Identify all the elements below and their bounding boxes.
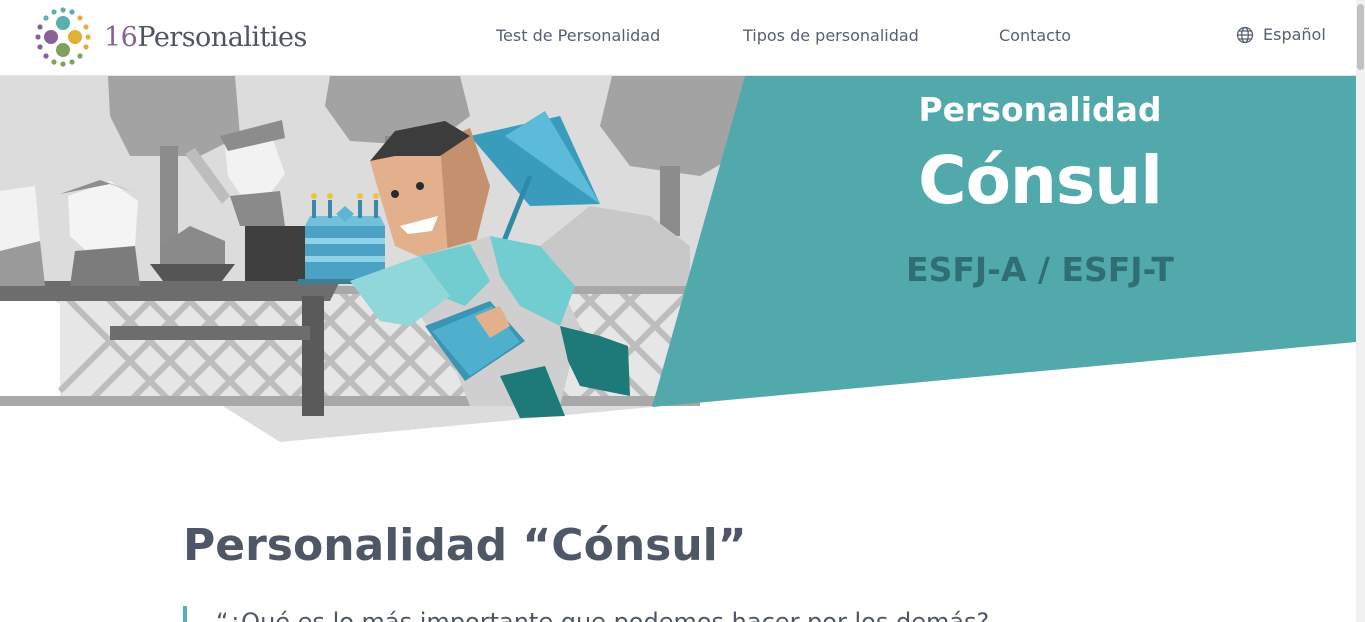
language-selector[interactable]: Español — [1236, 25, 1326, 44]
nav-contact[interactable]: Contacto — [999, 26, 1071, 45]
logo-dots-icon — [35, 7, 91, 67]
page-scrollbar[interactable] — [1356, 0, 1365, 622]
nav-personality-types[interactable]: Tipos de personalidad — [743, 26, 919, 45]
hero-title: Cónsul — [918, 142, 1163, 219]
hero-kicker: Personalidad — [918, 90, 1162, 129]
quote-accent-bar — [183, 606, 187, 622]
site-logo[interactable]: 16Personalities — [32, 6, 332, 68]
logo-word: Personalities — [137, 21, 307, 53]
hero-banner: Personalidad Cónsul ESFJ-A / ESFJ-T — [0, 76, 1356, 446]
logo-number: 16 — [104, 21, 138, 53]
site-header: 16Personalities Test de Personalidad Tip… — [0, 0, 1356, 76]
page-title: Personalidad “Cónsul” — [183, 520, 747, 571]
logo-text: 16Personalities — [104, 22, 307, 53]
scrollbar-thumb[interactable] — [1357, 4, 1364, 70]
nav-personality-test[interactable]: Test de Personalidad — [496, 26, 660, 45]
language-label: Español — [1263, 25, 1326, 44]
globe-icon — [1236, 26, 1254, 43]
intro-quote: “¿Qué es lo más importante que podemos h… — [216, 608, 990, 622]
hero-type-codes: ESFJ-A / ESFJ-T — [906, 250, 1174, 289]
